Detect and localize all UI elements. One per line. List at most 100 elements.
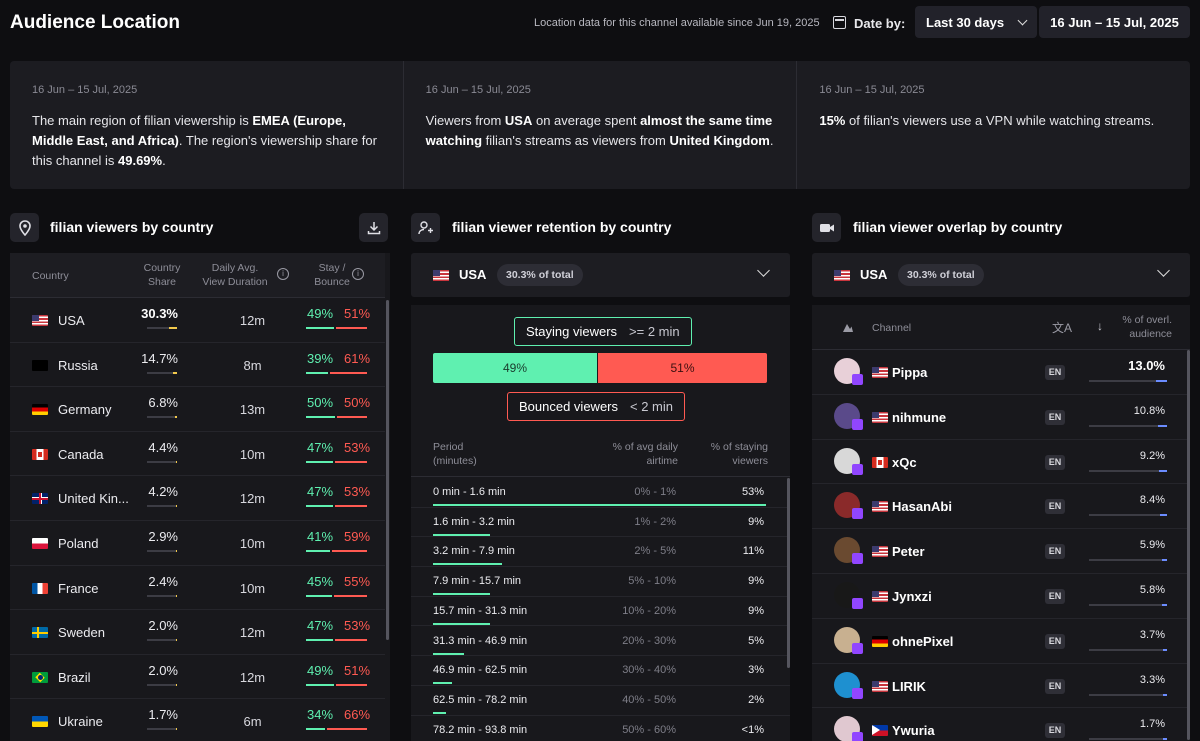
- staying-rule: >= 2 min: [629, 324, 680, 339]
- insight-date: 16 Jun – 15 Jul, 2025: [425, 84, 531, 96]
- country-share: 1.7%: [148, 707, 178, 723]
- stay-pct: 49%: [307, 306, 334, 321]
- table-row[interactable]: xQc EN 9.2%: [812, 440, 1187, 485]
- period: 0 min - 1.6 min: [433, 486, 506, 498]
- bounce-pct: 61%: [344, 350, 371, 366]
- table-row[interactable]: LIRIK EN 3.3%: [812, 664, 1187, 709]
- flag-us: [872, 367, 888, 378]
- translate-icon[interactable]: 文A: [1052, 319, 1072, 336]
- period: 46.9 min - 62.5 min: [433, 664, 528, 677]
- period: 78.2 min - 93.8 min: [433, 723, 528, 736]
- view-duration: 12m: [239, 313, 266, 328]
- col-country-share[interactable]: Country Share: [132, 261, 192, 289]
- bounced-label: Bounced viewers: [519, 399, 618, 414]
- channel-name[interactable]: Ywuria: [892, 723, 935, 738]
- stay-bar: [306, 460, 333, 463]
- overlap-pct: 8.4%: [1139, 494, 1165, 507]
- view-duration: 6m: [243, 714, 262, 730]
- col-country: Country: [32, 270, 69, 282]
- table-row[interactable]: Sweden 2.0% 12m 47% 53%: [10, 610, 385, 655]
- retention-section-title: filian viewer retention by country: [452, 219, 672, 235]
- col-view-duration[interactable]: Daily Avg. View Duration: [195, 261, 275, 289]
- table-row[interactable]: Ukraine 1.7% 6m 34% 66%: [10, 699, 385, 741]
- overlap-table-header: Channel 文A ↓ % of overl. audience: [812, 305, 1190, 350]
- user-check-icon: [411, 213, 440, 242]
- insight-card: 16 Jun – 15 Jul, 2025 15% of filian's vi…: [797, 61, 1190, 189]
- staying-bar: [433, 504, 766, 506]
- staying-pct: 9%: [748, 575, 764, 588]
- retention-scrollbar[interactable]: [787, 478, 790, 668]
- staying-bar: [433, 711, 446, 714]
- bounced-viewers-box: Bounced viewers < 2 min: [507, 392, 685, 421]
- flag-us: [32, 315, 48, 326]
- airtime-range: 1% - 2%: [634, 515, 676, 528]
- stay-bar: [306, 371, 328, 374]
- channel-name[interactable]: ohnePixel: [892, 634, 953, 649]
- country-name: Canada: [58, 446, 104, 462]
- twitch-icon: [852, 732, 863, 741]
- overlap-bar: [1089, 648, 1167, 651]
- table-row[interactable]: Canada 4.4% 10m 47% 53%: [10, 432, 385, 477]
- download-button[interactable]: [359, 213, 388, 242]
- col-overlap[interactable]: % of overl. audience: [1112, 313, 1172, 341]
- stay-pct: 47%: [307, 484, 334, 500]
- twitch-icon: [852, 553, 863, 565]
- table-row[interactable]: Peter EN 5.9%: [812, 529, 1187, 574]
- insight-card: 16 Jun – 15 Jul, 2025 Viewers from USA o…: [404, 61, 798, 189]
- table-row[interactable]: Jynxzi EN 5.8%: [812, 574, 1187, 619]
- table-row[interactable]: Pippa EN 13.0%: [812, 350, 1187, 395]
- channel-name[interactable]: Peter: [892, 544, 925, 559]
- overlap-bar: [1089, 738, 1167, 741]
- table-row[interactable]: USA 30.3% 12m 49% 51%: [10, 298, 385, 343]
- period: 62.5 min - 78.2 min: [433, 693, 528, 706]
- channel-name[interactable]: HasanAbi: [892, 499, 952, 514]
- stay-pct: 39%: [307, 350, 334, 366]
- table-row[interactable]: Poland 2.9% 10m 41% 59%: [10, 521, 385, 566]
- country-scrollbar[interactable]: [386, 300, 389, 640]
- table-row[interactable]: Brazil 2.0% 12m 49% 51%: [10, 655, 385, 700]
- info-icon[interactable]: i: [277, 268, 289, 280]
- staying-bar: [433, 563, 503, 566]
- channel-name[interactable]: nihmune: [892, 410, 946, 425]
- table-row[interactable]: nihmune EN 10.8%: [812, 395, 1187, 440]
- table-row[interactable]: France 2.4% 10m 45% 55%: [10, 566, 385, 611]
- country-share: 2.0%: [148, 618, 178, 634]
- stay-bar: [306, 728, 325, 731]
- channel-name[interactable]: Jynxzi: [892, 589, 932, 604]
- flag-us: [872, 591, 888, 602]
- flag-us: [872, 411, 888, 423]
- overlap-pct: 3.7%: [1139, 628, 1165, 641]
- channel-name[interactable]: xQc: [892, 455, 917, 470]
- table-row[interactable]: Ywuria EN 1.7%: [812, 708, 1187, 741]
- channel-name[interactable]: LIRIK: [892, 679, 926, 694]
- retention-country-dropdown[interactable]: USA 30.3% of total: [411, 253, 790, 297]
- bounce-pct: 66%: [344, 707, 371, 723]
- overlap-pct: 9.2%: [1139, 449, 1165, 462]
- language-badge: EN: [1045, 365, 1065, 380]
- country-name: Ukraine: [58, 714, 103, 730]
- country-name: Brazil: [58, 669, 91, 685]
- bounce-pct: 51%: [344, 662, 371, 678]
- language-badge: EN: [1045, 633, 1065, 649]
- download-icon: [367, 221, 380, 234]
- col-stay-bounce[interactable]: Stay / Bounce: [310, 261, 354, 289]
- share-bar: [147, 371, 177, 374]
- country-share: 2.4%: [148, 573, 178, 589]
- table-row[interactable]: United Kin... 4.2% 12m 47% 53%: [10, 476, 385, 521]
- date-range-picker[interactable]: 16 Jun – 15 Jul, 2025: [1039, 6, 1190, 38]
- channel-name[interactable]: Pippa: [892, 365, 927, 380]
- table-row[interactable]: Russia 14.7% 8m 39% 61%: [10, 343, 385, 388]
- info-icon[interactable]: i: [352, 268, 364, 280]
- insight-date: 16 Jun – 15 Jul, 2025: [32, 84, 138, 96]
- sort-down-icon[interactable]: ↓: [1097, 319, 1103, 333]
- table-row[interactable]: Germany 6.8% 13m 50% 50%: [10, 387, 385, 432]
- overlap-country-dropdown[interactable]: USA 30.3% of total: [812, 253, 1190, 297]
- overlap-scrollbar[interactable]: [1187, 350, 1190, 740]
- stay-pct: 47%: [307, 439, 334, 455]
- flag-fr: [32, 582, 48, 594]
- table-row[interactable]: ohnePixel EN 3.7%: [812, 619, 1187, 664]
- range-dropdown[interactable]: Last 30 days: [915, 6, 1037, 38]
- table-row[interactable]: HasanAbi EN 8.4%: [812, 484, 1187, 530]
- country-name: USA: [58, 313, 85, 328]
- table-row: 46.9 min - 62.5 min 30% - 40% 3%: [411, 656, 790, 686]
